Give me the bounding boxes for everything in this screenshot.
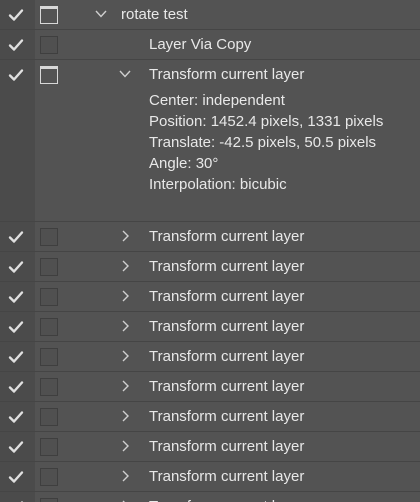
detail-position: Position: 1452.4 pixels, 1331 pixels bbox=[149, 113, 384, 130]
toggle-checkmark-icon[interactable] bbox=[7, 498, 25, 502]
chevron-down-icon[interactable] bbox=[94, 7, 108, 21]
chevron-down-icon[interactable] bbox=[118, 67, 132, 81]
toggle-checkmark-icon[interactable] bbox=[7, 66, 25, 84]
step-row-transform-collapsed[interactable]: Transform current layer bbox=[0, 342, 420, 372]
step-row-transform-collapsed[interactable]: Transform current layer bbox=[0, 432, 420, 462]
step-label: Layer Via Copy bbox=[149, 36, 252, 53]
step-label: Transform current layer bbox=[149, 288, 305, 305]
dialog-toggle-icon[interactable] bbox=[40, 66, 58, 84]
action-row-layer-via-copy[interactable]: Layer Via Copy bbox=[0, 30, 420, 60]
chevron-right-icon[interactable] bbox=[118, 349, 132, 363]
actions-panel: rotate test Layer Via Copy Transform cur… bbox=[0, 0, 420, 502]
step-label: Transform current layer bbox=[149, 348, 305, 365]
step-label: Transform current layer bbox=[149, 492, 304, 502]
dialog-toggle-icon[interactable] bbox=[40, 288, 58, 306]
dialog-toggle-icon[interactable] bbox=[40, 438, 58, 456]
step-label: Transform current layer bbox=[149, 378, 305, 395]
dialog-toggle-icon[interactable] bbox=[40, 468, 58, 486]
dialog-toggle-icon[interactable] bbox=[40, 36, 58, 54]
toggle-checkmark-icon[interactable] bbox=[7, 378, 25, 396]
step-label: Transform current layer bbox=[149, 66, 305, 83]
step-label: Transform current layer bbox=[149, 408, 305, 425]
dialog-toggle-icon[interactable] bbox=[40, 378, 58, 396]
step-label: Transform current layer bbox=[149, 468, 305, 485]
dialog-toggle-icon[interactable] bbox=[40, 258, 58, 276]
dialog-toggle-icon[interactable] bbox=[40, 498, 58, 502]
action-label: rotate test bbox=[121, 6, 188, 23]
step-row-transform-collapsed[interactable]: Transform current layer bbox=[0, 312, 420, 342]
detail-angle: Angle: 30° bbox=[149, 155, 219, 172]
dialog-toggle-icon[interactable] bbox=[40, 6, 58, 24]
chevron-right-icon[interactable] bbox=[118, 229, 132, 243]
detail-interpolation: Interpolation: bicubic bbox=[149, 176, 287, 193]
step-row-transform-collapsed[interactable]: Transform current layer bbox=[0, 492, 420, 502]
chevron-right-icon[interactable] bbox=[118, 379, 132, 393]
step-label: Transform current layer bbox=[149, 228, 305, 245]
action-row-rotate-test[interactable]: rotate test bbox=[0, 0, 420, 30]
detail-translate: Translate: -42.5 pixels, 50.5 pixels bbox=[149, 134, 377, 151]
toggle-checkmark-icon[interactable] bbox=[7, 318, 25, 336]
toggle-checkmark-icon[interactable] bbox=[7, 258, 25, 276]
step-row-transform-collapsed[interactable]: Transform current layer bbox=[0, 462, 420, 492]
dialog-toggle-icon[interactable] bbox=[40, 348, 58, 366]
dialog-toggle-icon[interactable] bbox=[40, 228, 58, 246]
step-row-transform-collapsed[interactable]: Transform current layer bbox=[0, 282, 420, 312]
toggle-checkmark-icon[interactable] bbox=[7, 408, 25, 426]
chevron-right-icon[interactable] bbox=[118, 439, 132, 453]
collapsed-steps-list: Transform current layer Transform current… bbox=[0, 222, 420, 502]
toggle-checkmark-icon[interactable] bbox=[7, 438, 25, 456]
toggle-checkmark-icon[interactable] bbox=[7, 6, 25, 24]
step-row-transform-collapsed[interactable]: Transform current layer bbox=[0, 372, 420, 402]
chevron-right-icon[interactable] bbox=[118, 409, 132, 423]
chevron-right-icon[interactable] bbox=[118, 319, 132, 333]
step-row-transform-collapsed[interactable]: Transform current layer bbox=[0, 402, 420, 432]
detail-center: Center: independent bbox=[149, 92, 285, 109]
toggle-checkmark-icon[interactable] bbox=[7, 348, 25, 366]
toggle-checkmark-icon[interactable] bbox=[7, 36, 25, 54]
toggle-gutter bbox=[0, 90, 35, 222]
dialog-toggle-icon[interactable] bbox=[40, 318, 58, 336]
chevron-right-icon[interactable] bbox=[118, 259, 132, 273]
step-row-transform-collapsed[interactable]: Transform current layer bbox=[0, 222, 420, 252]
chevron-right-icon[interactable] bbox=[118, 469, 132, 483]
step-label: Transform current layer bbox=[149, 258, 305, 275]
dialog-toggle-icon[interactable] bbox=[40, 408, 58, 426]
toggle-checkmark-icon[interactable] bbox=[7, 468, 25, 486]
chevron-right-icon[interactable] bbox=[118, 289, 132, 303]
toggle-checkmark-icon[interactable] bbox=[7, 228, 25, 246]
step-label: Transform current layer bbox=[149, 438, 305, 455]
step-label: Transform current layer bbox=[149, 318, 305, 335]
step-row-transform-expanded[interactable]: Transform current layer bbox=[0, 60, 420, 90]
step-details: Center: independent Position: 1452.4 pix… bbox=[0, 90, 420, 222]
step-row-transform-collapsed[interactable]: Transform current layer bbox=[0, 252, 420, 282]
toggle-checkmark-icon[interactable] bbox=[7, 288, 25, 306]
